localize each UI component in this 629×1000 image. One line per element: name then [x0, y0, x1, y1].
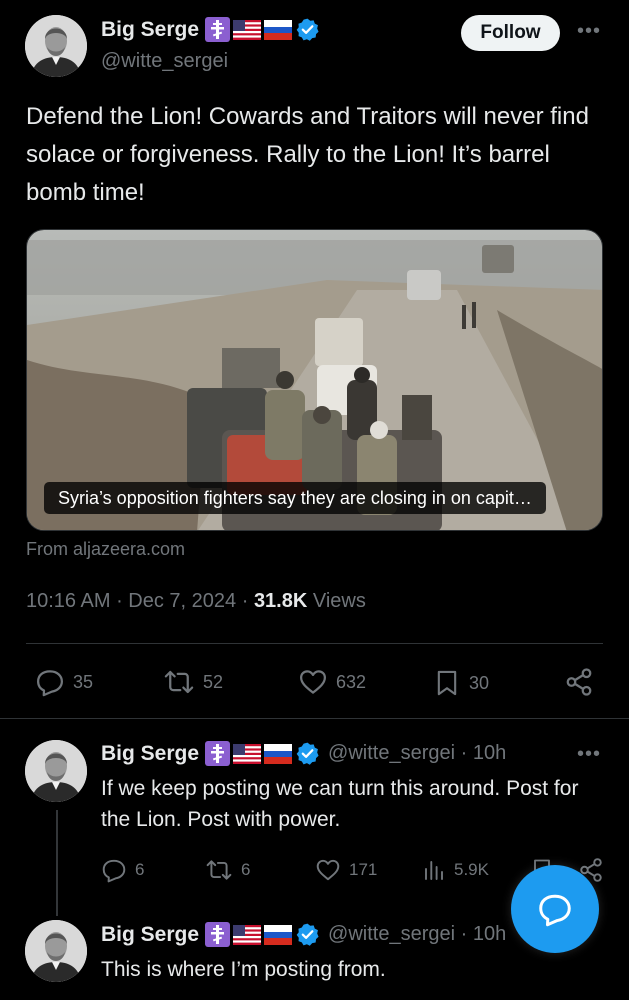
post-date[interactable]: Dec 7, 2024	[128, 590, 236, 612]
share-button[interactable]	[564, 667, 594, 697]
reply-author-row: Big Serge @witte_sergei · 10h	[101, 741, 506, 766]
russia-flag-icon	[264, 19, 293, 40]
repost-count: 52	[203, 671, 224, 692]
heart-icon	[300, 670, 326, 694]
author-handle[interactable]: @witte_sergei	[101, 50, 228, 73]
orthodox-cross-icon	[205, 741, 231, 766]
handle-separator: ·	[455, 742, 473, 764]
views-button[interactable]: 5.9K	[422, 857, 489, 883]
meta-separator: ·	[241, 590, 254, 612]
reply-time[interactable]: 10h	[473, 742, 506, 765]
more-options-icon[interactable]: •••	[577, 743, 601, 766]
reply-author-handle[interactable]: @witte_sergei	[328, 923, 455, 946]
profile-badges	[205, 17, 320, 42]
russia-flag-icon	[264, 924, 293, 945]
us-flag-icon	[233, 743, 262, 764]
repost-button[interactable]: 6	[205, 857, 250, 883]
reply-text: This is where I’m posting from.	[101, 958, 386, 981]
repost-icon	[206, 860, 232, 880]
bookmark-button[interactable]: 30	[433, 667, 489, 699]
profile-badges	[205, 922, 320, 947]
link-source[interactable]: From aljazeera.com	[26, 539, 185, 560]
post-time[interactable]: 10:16 AM	[26, 590, 111, 612]
bookmark-icon	[437, 670, 457, 696]
verified-badge-icon	[296, 18, 319, 41]
views-count: 31.8K	[253, 590, 308, 612]
orthodox-cross-icon	[205, 17, 231, 42]
reply-avatar[interactable]	[25, 920, 87, 982]
reply-button[interactable]: 6	[101, 857, 144, 883]
reply-count: 6	[135, 860, 145, 879]
heart-icon	[316, 859, 340, 881]
repost-icon	[164, 670, 194, 694]
follow-button[interactable]: Follow	[461, 15, 560, 51]
like-button[interactable]: 171	[315, 857, 377, 883]
orthodox-cross-icon	[205, 922, 231, 947]
author-row: Big Serge	[101, 17, 320, 42]
us-flag-icon	[233, 924, 262, 945]
handle-separator: ·	[455, 923, 473, 945]
verified-badge-icon	[296, 923, 319, 946]
views-icon	[425, 861, 443, 880]
reply-button[interactable]: 35	[35, 667, 93, 697]
repost-button[interactable]: 52	[163, 667, 223, 697]
more-options-icon[interactable]: •••	[577, 20, 601, 43]
reply-author-name[interactable]: Big Serge	[101, 923, 199, 947]
thread-connector	[56, 810, 58, 916]
reply-author-row: Big Serge @witte_sergei · 10h	[101, 922, 506, 947]
verified-badge-icon	[296, 742, 319, 765]
us-flag-icon	[233, 19, 262, 40]
author-avatar[interactable]	[25, 15, 87, 77]
reply-avatar[interactable]	[25, 740, 87, 802]
bookmark-count: 30	[469, 672, 490, 693]
russia-flag-icon	[264, 743, 293, 764]
post-text: Defend the Lion! Cowards and Traitors wi…	[26, 103, 589, 206]
author-name[interactable]: Big Serge	[101, 18, 199, 42]
like-count: 171	[349, 860, 378, 879]
compose-reply-button[interactable]	[511, 865, 599, 953]
reply-author-name[interactable]: Big Serge	[101, 742, 199, 766]
reply-icon	[102, 859, 126, 883]
link-card-caption[interactable]: Syria’s opposition fighters say they are…	[44, 482, 546, 514]
like-count: 632	[336, 671, 367, 692]
repost-count: 6	[241, 860, 251, 879]
reply-author-handle[interactable]: @witte_sergei	[328, 742, 455, 765]
like-button[interactable]: 632	[298, 667, 366, 697]
views-label: Views	[312, 590, 366, 612]
profile-badges	[205, 741, 320, 766]
meta-separator: ·	[116, 590, 129, 612]
post-meta: 10:16 AM · Dec 7, 2024 · 31.8K Views	[26, 590, 366, 613]
compose-reply-icon	[539, 894, 571, 927]
divider	[0, 718, 629, 719]
views-count: 5.9K	[454, 860, 489, 879]
reply-icon	[37, 670, 63, 697]
share-icon	[566, 668, 592, 696]
reply-time[interactable]: 10h	[473, 923, 506, 946]
reply-text: If we keep posting we can turn this arou…	[101, 777, 579, 831]
divider	[26, 643, 603, 644]
reply-count: 35	[73, 671, 94, 692]
